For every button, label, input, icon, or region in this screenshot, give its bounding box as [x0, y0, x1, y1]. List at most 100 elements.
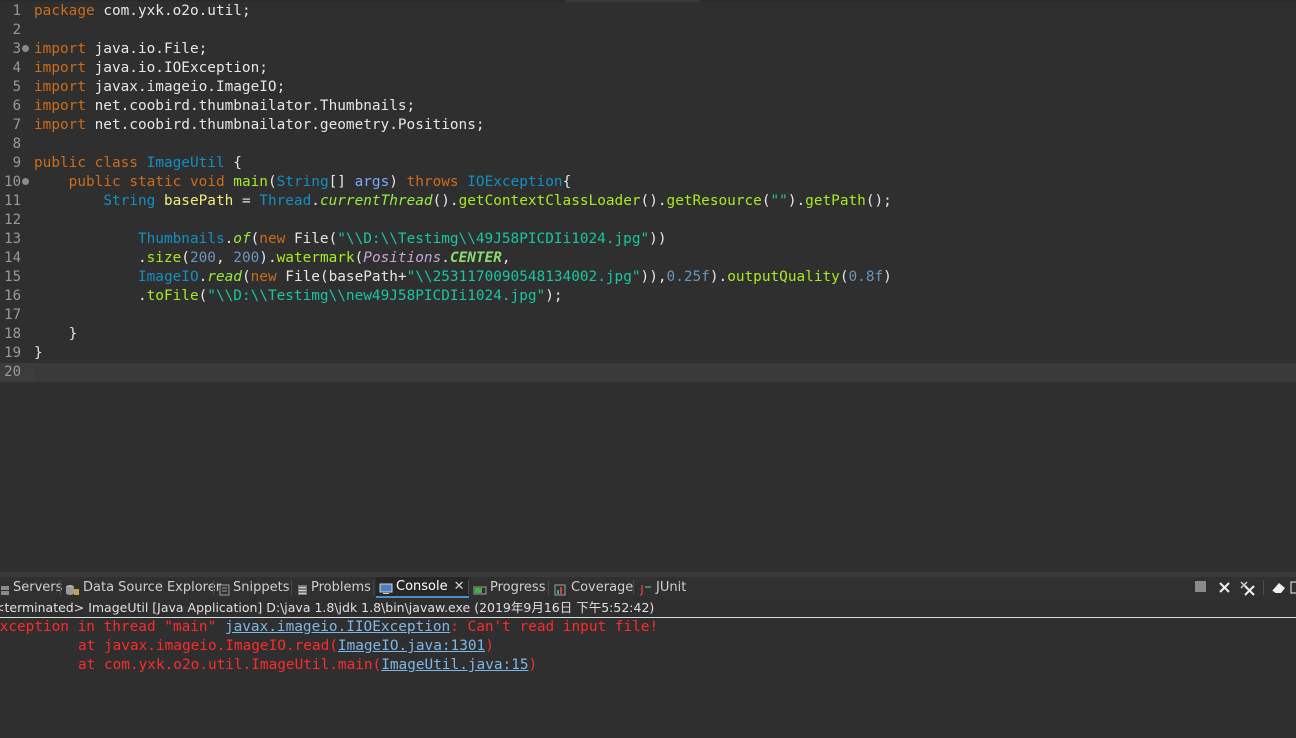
- console-text: : Can't read input file!: [450, 619, 659, 635]
- code-line[interactable]: 9 public class ImageUtil {: [0, 154, 1296, 173]
- code-line[interactable]: 12: [0, 211, 1296, 230]
- code-token: import: [34, 98, 86, 114]
- remove-launch-icon[interactable]: [1217, 580, 1232, 595]
- code-token: basePath: [163, 193, 234, 209]
- code-line[interactable]: 5 import javax.imageio.ImageIO;: [0, 78, 1296, 97]
- code-token: ).: [787, 193, 806, 209]
- code-token: )),: [640, 269, 667, 285]
- code-line[interactable]: 11 String basePath = Thread.currentThrea…: [0, 192, 1296, 211]
- code-line[interactable]: 18 }: [0, 325, 1296, 344]
- code-line[interactable]: 6 import net.coobird.thumbnailator.Thumbn…: [0, 97, 1296, 116]
- code-token: CENTER: [449, 250, 502, 266]
- code-line[interactable]: 3 import java.io.File;: [0, 40, 1296, 59]
- code-line[interactable]: 10 public static void main(String[] args…: [0, 173, 1296, 192]
- fold-toggle-icon[interactable]: [22, 178, 29, 185]
- stop-icon[interactable]: [1195, 581, 1206, 592]
- code-token: {: [224, 155, 242, 171]
- code-token: (: [761, 193, 771, 209]
- code-line[interactable]: 4 import java.io.IOException;: [0, 59, 1296, 78]
- code-text: Thumbnails.of(new File("\\D:\\Testimg\\4…: [34, 230, 667, 249]
- code-token: );: [545, 288, 563, 304]
- line-number: 5: [12, 79, 21, 95]
- code-token: =: [233, 193, 260, 209]
- line-number: 16: [4, 288, 21, 304]
- close-icon[interactable]: ✕: [454, 576, 465, 597]
- code-token: "\\D:\\Testimg\\49J58PICDIi1024.jpg": [337, 231, 650, 247]
- tab-label: Console: [396, 579, 448, 594]
- console-icon: [379, 581, 393, 594]
- line-number: 17: [4, 307, 21, 323]
- line-number: 20: [4, 364, 21, 380]
- console-output[interactable]: Exception in thread "main" javax.imageio…: [0, 618, 1296, 738]
- code-token: class: [94, 155, 138, 171]
- tab-snippets[interactable]: Snippets: [219, 577, 289, 598]
- code-token: File(basePath+: [276, 269, 407, 285]
- code-token: IOException: [467, 174, 563, 190]
- code-line[interactable]: 1 package com.yxk.o2o.util;: [0, 2, 1296, 21]
- exception-link[interactable]: javax.imageio.IIOException: [225, 619, 450, 635]
- code-token: watermark: [276, 250, 355, 266]
- tab-problems[interactable]: Problems: [297, 577, 371, 598]
- code-token: (: [241, 269, 251, 285]
- code-text: }: [34, 344, 43, 363]
- toolbar-separator: [1263, 580, 1264, 595]
- code-line[interactable]: 14 .size(200, 200).watermark(Positions.C…: [0, 249, 1296, 268]
- code-token: .: [198, 269, 208, 285]
- stacktrace-link[interactable]: ImageIO.java:1301: [338, 638, 485, 654]
- tab-separator: [213, 580, 214, 595]
- remove-all-terminated-icon[interactable]: [1239, 580, 1255, 596]
- console-line: at com.yxk.o2o.util.ImageUtil.main(Image…: [0, 656, 537, 675]
- code-token: {: [562, 174, 572, 190]
- tab-label: Coverage: [571, 580, 634, 595]
- code-line[interactable]: 13 Thumbnails.of(new File("\\D:\\Testimg…: [0, 230, 1296, 249]
- code-token: public: [34, 155, 86, 171]
- tab-console[interactable]: Console ✕: [376, 577, 469, 598]
- code-token: size: [146, 250, 182, 266]
- code-token: ().: [640, 193, 667, 209]
- code-editor[interactable]: 1 package com.yxk.o2o.util; 2 3 import java.…: [0, 0, 1296, 572]
- code-token: getPath: [805, 193, 866, 209]
- code-token: public: [68, 174, 121, 190]
- code-line[interactable]: 16 .toFile("\\D:\\Testimg\\new49J58PICDI…: [0, 287, 1296, 306]
- tab-progress[interactable]: Progress: [473, 577, 545, 598]
- tab-label: Problems: [311, 580, 371, 595]
- code-token: getResource: [666, 193, 762, 209]
- progress-icon: [473, 582, 487, 595]
- code-token: main: [233, 174, 268, 190]
- code-token: ): [883, 269, 892, 285]
- fold-toggle-icon[interactable]: [22, 45, 29, 52]
- line-number: 12: [4, 212, 21, 228]
- code-line[interactable]: 7 import net.coobird.thumbnailator.geomet…: [0, 116, 1296, 135]
- code-token: (: [181, 250, 190, 266]
- code-token: static: [129, 174, 182, 190]
- tab-junit[interactable]: JUnit: [639, 577, 686, 598]
- code-line[interactable]: 8: [0, 135, 1296, 154]
- line-number: 2: [12, 22, 21, 38]
- code-line[interactable]: 19}: [0, 344, 1296, 363]
- tab-servers[interactable]: Servers: [0, 577, 62, 598]
- code-token: (: [267, 174, 277, 190]
- clear-console-icon[interactable]: [1270, 580, 1285, 595]
- code-line[interactable]: 20: [0, 363, 1296, 382]
- code-token: ImageUtil: [146, 155, 225, 171]
- code-text: .size(200, 200).watermark(Positions.CENT…: [34, 249, 511, 268]
- scroll-lock-icon[interactable]: [1290, 580, 1296, 595]
- code-line[interactable]: 2: [0, 21, 1296, 40]
- tab-data-source-explorer[interactable]: Data Source Explorer: [65, 577, 221, 598]
- code-token: ,: [215, 250, 234, 266]
- tab-coverage[interactable]: Coverage: [554, 577, 633, 598]
- stacktrace-link[interactable]: ImageUtil.java:15: [381, 657, 528, 673]
- code-line[interactable]: 17: [0, 306, 1296, 325]
- code-token: new: [259, 231, 286, 247]
- code-line[interactable]: 15 ImageIO.read(new File(basePath+"\\253…: [0, 268, 1296, 287]
- tab-separator: [548, 580, 549, 595]
- code-text: package com.yxk.o2o.util;: [34, 2, 251, 21]
- code-token: ).: [259, 250, 277, 266]
